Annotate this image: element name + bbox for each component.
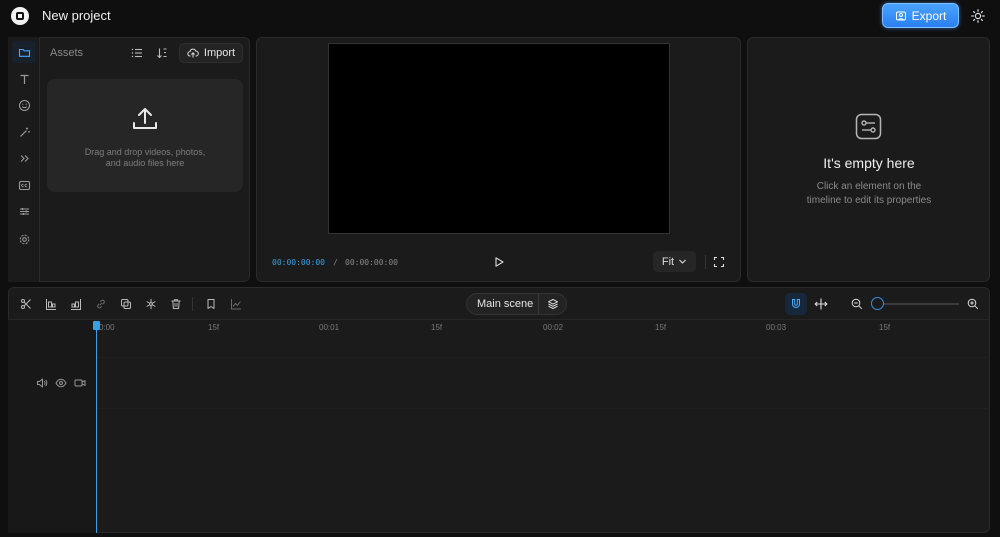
magnet-snap-button[interactable] — [785, 293, 807, 315]
list-view-icon[interactable] — [130, 46, 144, 60]
ruler-label: 0:00 — [99, 323, 115, 332]
toolbar-divider — [192, 297, 193, 311]
current-timecode: 00:00:00:00 — [272, 258, 325, 267]
folder-icon[interactable] — [16, 44, 32, 60]
chevron-down-icon — [679, 259, 686, 264]
total-timecode: 00:00:00:00 — [345, 258, 398, 267]
upload-icon — [133, 108, 157, 129]
export-button[interactable]: Export — [882, 3, 959, 28]
sliders-icon[interactable] — [16, 203, 32, 219]
track-separator — [96, 408, 990, 409]
export-icon — [895, 11, 906, 20]
text-icon[interactable] — [16, 71, 32, 87]
import-button[interactable]: Import — [179, 43, 243, 63]
media-dropzone[interactable]: Drag and drop videos, photos, and audio … — [47, 79, 243, 192]
freeze-icon[interactable] — [144, 297, 158, 311]
ruler-label: 15f — [655, 323, 667, 332]
video-preview[interactable] — [328, 43, 670, 234]
dropzone-line-2: and audio files here — [105, 158, 185, 168]
bookmark-icon[interactable] — [204, 297, 218, 311]
smiley-icon[interactable] — [16, 97, 32, 113]
ruler-label: 00:01 — [319, 323, 340, 332]
zoom-slider-track[interactable] — [873, 303, 959, 305]
empty-subtitle-line-1: Click an element on the — [816, 181, 922, 192]
fit-label: Fit — [661, 255, 675, 268]
speaker-icon[interactable] — [36, 377, 48, 389]
track-header-column — [8, 320, 96, 533]
assets-label: Assets — [50, 47, 84, 59]
sort-icon[interactable] — [155, 46, 169, 60]
play-icon[interactable] — [492, 255, 506, 269]
magic-wand-icon[interactable] — [16, 124, 32, 140]
chevrons-right-icon[interactable] — [16, 150, 32, 166]
camera-icon[interactable] — [74, 377, 86, 389]
fit-timeline-icon[interactable] — [814, 297, 828, 311]
ruler-label: 15f — [879, 323, 891, 332]
align-left-icon[interactable] — [44, 297, 58, 311]
empty-subtitle-line-2: timeline to edit its properties — [806, 195, 932, 206]
eye-icon[interactable] — [55, 377, 67, 389]
ruler-label: 00:02 — [543, 323, 564, 332]
timeline-ruler[interactable]: 0:00 15f 00:01 15f 00:02 15f 00:03 15f — [96, 320, 990, 336]
duplicate-icon[interactable] — [119, 297, 133, 311]
trash-icon[interactable] — [169, 297, 183, 311]
ruler-label: 15f — [208, 323, 220, 332]
timeline-tracks[interactable] — [96, 336, 990, 530]
captions-icon[interactable] — [16, 177, 32, 193]
dropzone-text: Drag and drop videos, photos, and audio … — [47, 147, 243, 169]
layers-icon[interactable] — [538, 294, 566, 314]
dropzone-line-1: Drag and drop videos, photos, — [84, 147, 206, 157]
app-logo-icon — [11, 7, 29, 25]
ruler-label: 00:03 — [766, 323, 787, 332]
playhead-handle[interactable] — [93, 321, 100, 330]
top-bar: New project Export — [0, 0, 1000, 33]
fit-dropdown[interactable]: Fit — [653, 251, 696, 272]
scene-label: Main scene — [477, 298, 534, 310]
scene-selector[interactable]: Main scene — [466, 293, 567, 315]
export-label: Export — [911, 8, 947, 23]
track-separator — [96, 357, 990, 358]
empty-state-title: It's empty here — [823, 155, 915, 171]
gear-icon[interactable] — [16, 231, 32, 247]
empty-state-subtitle: Click an element on the timeline to edit… — [780, 180, 958, 208]
project-title[interactable]: New project — [42, 8, 111, 23]
timecode-separator: / — [333, 258, 338, 267]
ruler-label: 15f — [431, 323, 443, 332]
fullscreen-icon[interactable] — [712, 255, 726, 269]
cloud-upload-icon — [187, 48, 199, 58]
sun-icon[interactable] — [970, 8, 986, 24]
sidebar — [8, 37, 40, 282]
playhead[interactable] — [96, 322, 97, 533]
chart-icon[interactable] — [229, 297, 243, 311]
align-right-icon[interactable] — [69, 297, 83, 311]
divider — [705, 255, 706, 269]
zoom-out-icon[interactable] — [850, 297, 864, 311]
split-icon[interactable] — [19, 297, 33, 311]
link-icon[interactable] — [94, 297, 108, 311]
magnet-icon — [792, 299, 800, 308]
import-label: Import — [203, 47, 236, 59]
properties-empty-icon — [855, 113, 882, 145]
zoom-in-icon[interactable] — [966, 297, 980, 311]
zoom-slider-handle[interactable] — [871, 297, 884, 310]
